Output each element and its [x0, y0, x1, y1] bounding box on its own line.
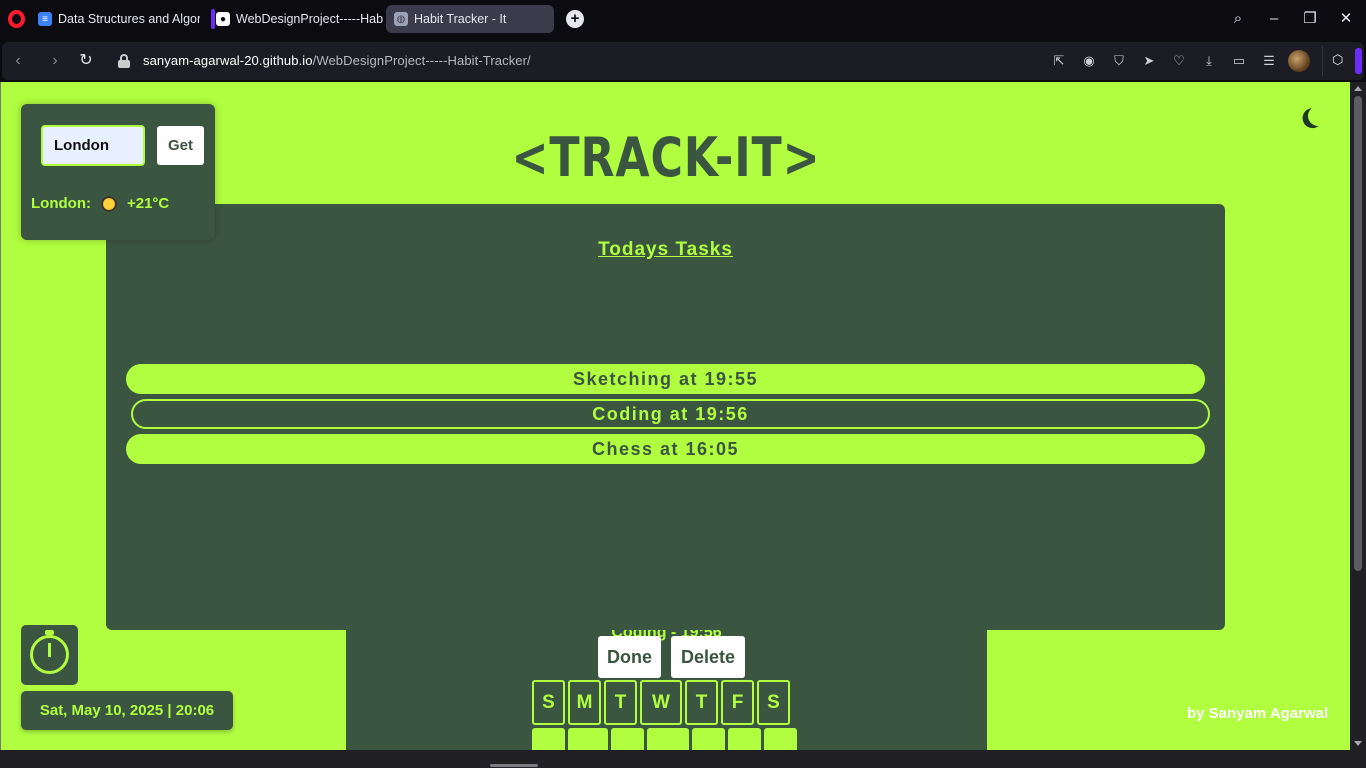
url-field[interactable]: sanyam-agarwal-20.github.io/WebDesignPro…	[143, 53, 531, 68]
day-friday: F	[721, 680, 754, 725]
sun-icon	[100, 195, 117, 212]
city-input[interactable]	[41, 125, 145, 166]
profile-avatar[interactable]	[1288, 50, 1310, 72]
tab-data-structures[interactable]: ≡ Data Structures and Algor	[30, 5, 200, 33]
scroll-thumb-horizontal[interactable]	[490, 764, 538, 767]
forward-icon[interactable]: ›	[45, 51, 65, 71]
google-docs-icon: ≡	[38, 12, 52, 26]
new-tab-button[interactable]: +	[566, 10, 584, 28]
done-button[interactable]: Done	[598, 636, 661, 678]
heart-icon[interactable]: ♡	[1170, 52, 1188, 70]
vertical-scrollbar[interactable]	[1350, 82, 1366, 750]
tasks-heading: Todays Tasks	[598, 239, 733, 260]
dark-mode-moon-icon[interactable]	[1306, 104, 1329, 127]
task-item-sketching[interactable]: Sketching at 19:55	[126, 364, 1205, 394]
tab-label: WebDesignProject-----Hab	[236, 12, 383, 26]
close-icon[interactable]: ✕	[1336, 9, 1356, 29]
day-saturday: S	[757, 680, 790, 725]
share-icon[interactable]: ⇱	[1050, 52, 1068, 70]
scroll-down-icon[interactable]	[1354, 741, 1362, 746]
weather-result: London: +21°C	[31, 195, 169, 212]
easy-setup-icon[interactable]: ☰	[1260, 52, 1278, 70]
date-time-display: Sat, May 10, 2025 | 20:06	[21, 691, 233, 730]
scroll-thumb[interactable]	[1354, 96, 1362, 571]
battery-icon[interactable]: ▭	[1230, 52, 1248, 70]
lock-icon[interactable]	[118, 54, 130, 68]
page-title: <TRACK-IT>	[511, 126, 821, 189]
tab-habit-tracker[interactable]: ◍ Habit Tracker - It	[386, 5, 554, 33]
weekday-row: S M T W T F S	[532, 680, 790, 725]
page-viewport: Coding - 19:56 Done Delete S M T W T F S…	[0, 82, 1350, 750]
stopwatch-hand	[48, 643, 51, 657]
minimize-icon[interactable]: –	[1264, 9, 1284, 29]
url-path: /WebDesignProject-----Habit-Tracker/	[312, 53, 531, 68]
sidebar-indicator[interactable]	[1355, 48, 1362, 74]
horizontal-scrollbar[interactable]	[0, 750, 1366, 768]
send-icon[interactable]: ➤	[1140, 52, 1158, 70]
weather-city: London:	[31, 195, 91, 212]
day-wednesday: W	[640, 680, 682, 725]
tab-github-project[interactable]: ● WebDesignProject-----Hab	[208, 5, 383, 33]
todays-tasks-panel: Todays Tasks Sketching at 19:55 Coding a…	[106, 204, 1225, 630]
tab-label: Habit Tracker - It	[414, 12, 507, 26]
download-icon[interactable]: ⤓	[1200, 52, 1218, 70]
search-icon[interactable]: ⌕	[1228, 9, 1248, 29]
timer-button[interactable]	[21, 625, 78, 685]
day-checkbox[interactable]	[647, 728, 689, 750]
weather-temperature: +21°C	[126, 195, 170, 212]
browser-tab-bar: ≡ Data Structures and Algor ● WebDesignP…	[0, 0, 1366, 38]
day-checkbox[interactable]	[728, 728, 761, 750]
day-sunday: S	[532, 680, 565, 725]
day-checkbox[interactable]	[611, 728, 644, 750]
shield-icon[interactable]: ⛉	[1110, 52, 1128, 70]
day-check-row	[532, 728, 797, 750]
get-weather-button[interactable]: Get	[157, 126, 204, 165]
task-item-coding[interactable]: Coding at 19:56	[131, 399, 1210, 429]
day-checkbox[interactable]	[568, 728, 608, 750]
author-credit: by Sanyam Agarwal	[1187, 705, 1329, 722]
tab-label: Data Structures and Algor	[58, 12, 200, 26]
toolbar-divider	[1322, 46, 1323, 76]
day-checkbox[interactable]	[764, 728, 797, 750]
day-monday: M	[568, 680, 601, 725]
weather-widget: Get London: +21°C	[21, 104, 215, 240]
scroll-up-icon[interactable]	[1354, 86, 1362, 91]
url-host: sanyam-agarwal-20.github.io	[143, 53, 313, 68]
delete-button[interactable]: Delete	[671, 636, 745, 678]
back-icon[interactable]: ‹	[8, 51, 28, 71]
restore-icon[interactable]: ❐	[1300, 9, 1320, 29]
day-thursday: T	[685, 680, 718, 725]
task-item-chess[interactable]: Chess at 16:05	[126, 434, 1205, 464]
tab-group-indicator	[211, 9, 215, 29]
snapshot-icon[interactable]: ◉	[1080, 52, 1098, 70]
globe-icon: ◍	[394, 12, 408, 26]
day-checkbox[interactable]	[692, 728, 725, 750]
day-tuesday: T	[604, 680, 637, 725]
address-bar: ‹ › ↻ sanyam-agarwal-20.github.io/WebDes…	[0, 40, 1366, 80]
reload-icon[interactable]: ↻	[76, 51, 96, 71]
extensions-icon[interactable]: ⬡	[1332, 52, 1343, 68]
github-icon: ●	[216, 12, 230, 26]
day-checkbox[interactable]	[532, 728, 565, 750]
opera-logo-icon[interactable]	[8, 10, 25, 28]
